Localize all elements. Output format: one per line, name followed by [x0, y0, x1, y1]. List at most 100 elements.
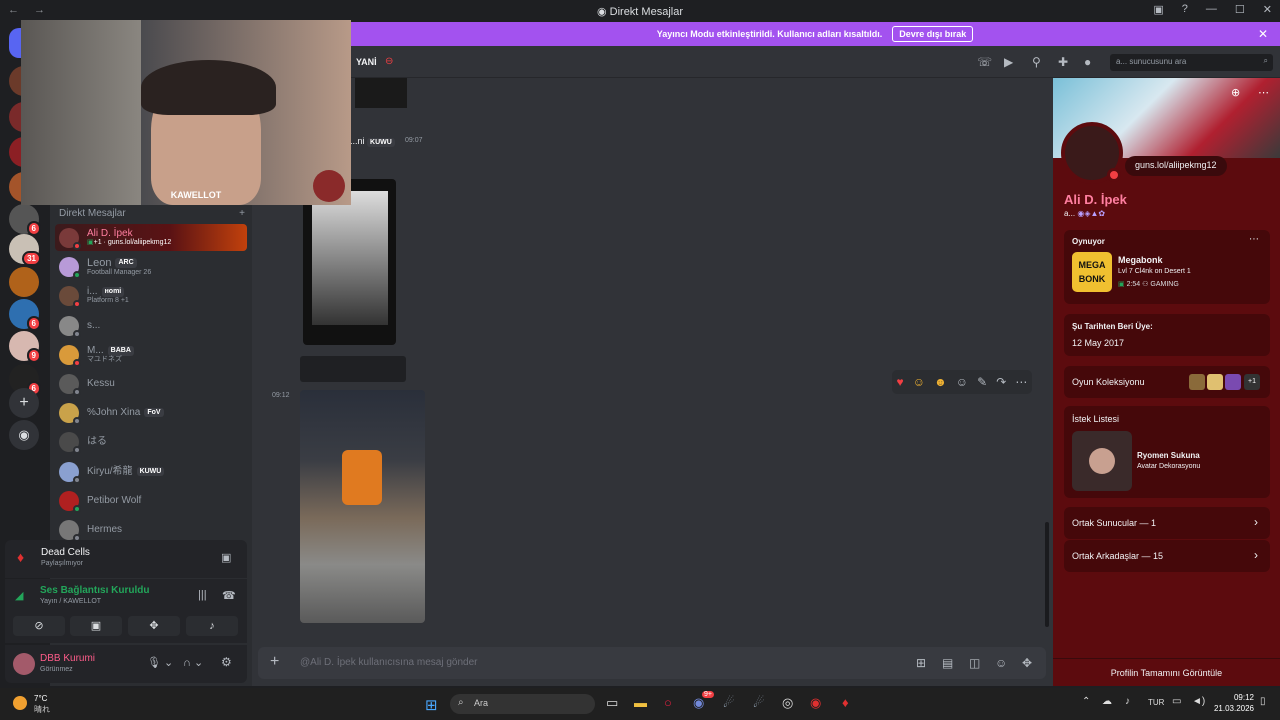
- add-friends-icon[interactable]: ✚: [1058, 55, 1068, 69]
- activities-button[interactable]: ✥: [128, 616, 180, 636]
- server-icon[interactable]: [9, 267, 39, 297]
- windows-start-icon[interactable]: ⊞: [425, 696, 438, 714]
- more-icon[interactable]: ⋯: [1015, 375, 1027, 389]
- steam-icon[interactable]: ☄: [723, 695, 735, 711]
- add-reaction-icon[interactable]: ☺: [956, 375, 968, 389]
- search-input[interactable]: a... sunucusunu ara ⌕: [1110, 54, 1273, 71]
- soundboard-button[interactable]: ♪: [186, 616, 238, 636]
- camera-off-button[interactable]: ⊘: [13, 616, 65, 636]
- steam-icon[interactable]: ☄: [753, 695, 765, 711]
- weather-sun-icon[interactable]: [13, 696, 27, 710]
- disable-streamer-mode-button[interactable]: Devre dışı bırak: [892, 26, 974, 42]
- avatar: [59, 490, 81, 513]
- message-composer[interactable]: + @Ali D. İpek kullanıcısına mesaj gönde…: [258, 647, 1046, 679]
- user-profile-icon[interactable]: ●: [1084, 55, 1091, 69]
- minimize-button[interactable]: —: [1206, 3, 1217, 16]
- pin-icon[interactable]: ⚲: [1032, 55, 1041, 69]
- profile-avatar[interactable]: [1061, 122, 1123, 184]
- gift-icon[interactable]: ⊞: [916, 656, 926, 670]
- dm-item-s[interactable]: s...: [55, 312, 247, 339]
- game-collection-card[interactable]: Oyun Koleksiyonu +1: [1064, 366, 1270, 398]
- help-icon[interactable]: ?: [1182, 3, 1188, 16]
- settings-gear-icon[interactable]: ⚙: [221, 655, 232, 669]
- add-dm-icon[interactable]: +: [239, 208, 245, 219]
- laugh-react-icon[interactable]: ☻: [934, 375, 947, 389]
- dm-item-i[interactable]: i... нomi Platform 8 +1: [55, 282, 247, 309]
- view-full-profile-link[interactable]: Profilin Tamamını Görüntüle: [1053, 658, 1280, 686]
- dm-item-m[interactable]: M... BABA マユドネズ: [55, 341, 247, 368]
- scrollbar[interactable]: [1045, 522, 1049, 627]
- close-icon[interactable]: ✕: [1258, 27, 1268, 41]
- guild-tag: KUWU: [136, 466, 165, 477]
- add-friend-icon[interactable]: ⊕: [1231, 86, 1240, 99]
- tray-mic-icon[interactable]: ♪: [1125, 696, 1130, 707]
- apps-icon[interactable]: ✥: [1022, 656, 1032, 670]
- task-view-icon[interactable]: ▭: [606, 695, 618, 711]
- dm-item-hermes[interactable]: Hermes: [55, 516, 247, 543]
- tray-chevron-icon[interactable]: ⌃: [1082, 696, 1090, 707]
- noise-suppression-icon[interactable]: |||: [198, 589, 207, 601]
- dm-item-kiryu[interactable]: Kiryu/希龍 KUWU: [55, 458, 247, 485]
- dm-name-row: i... нomi: [87, 286, 129, 297]
- forward-icon[interactable]: ↷: [996, 375, 1006, 389]
- microphone-icon[interactable]: 🎙︎ ⌄: [147, 656, 173, 669]
- opera-icon[interactable]: ○: [664, 695, 672, 710]
- game-activity-panel: ♦ Dead Cells Paylaşılmıyor ▣: [5, 540, 247, 578]
- taskbar-search[interactable]: ⌕ Ara: [450, 694, 595, 714]
- server-icon[interactable]: 6: [9, 204, 41, 236]
- headphones-icon[interactable]: ∩ ⌄: [183, 656, 203, 669]
- dm-item-haru[interactable]: はる: [55, 428, 247, 455]
- message-photo[interactable]: [300, 390, 425, 623]
- message-image-fragment[interactable]: [355, 78, 407, 108]
- avatar[interactable]: [13, 653, 35, 675]
- discover-icon[interactable]: ◉: [9, 420, 39, 450]
- call-icon[interactable]: ☏: [977, 55, 992, 69]
- server-icon[interactable]: 9: [9, 331, 41, 363]
- more-icon[interactable]: ⋯: [1258, 86, 1269, 99]
- message-image-strip[interactable]: [300, 356, 406, 382]
- app-icon[interactable]: ◎: [782, 695, 793, 711]
- dm-item-kessu[interactable]: Kessu: [55, 370, 247, 397]
- custom-status-bubble: guns.lol/aliipekmg12: [1125, 156, 1227, 176]
- windows-taskbar: 7°C 晴れ ⊞ ⌕ Ara ▭ ▬ ○ ◉ 9+ ☄ ☄ ◎ ◉ ♦ ⌃ ☁ …: [0, 688, 1280, 720]
- edit-icon[interactable]: ✎: [977, 375, 987, 389]
- heart-react-icon[interactable]: ♥: [897, 375, 904, 389]
- disconnect-icon[interactable]: ☎: [222, 589, 236, 602]
- people-icon: ⚇: [1142, 281, 1149, 288]
- more-icon[interactable]: ⋯: [1249, 234, 1259, 245]
- search-icon: ⌕: [1263, 56, 1268, 65]
- volume-icon[interactable]: ◄): [1192, 696, 1205, 707]
- screen-share-icon[interactable]: ▣: [221, 551, 231, 564]
- share-screen-button[interactable]: ▣: [70, 616, 122, 636]
- close-button[interactable]: ✕: [1263, 3, 1272, 16]
- dm-item-leon[interactable]: Leon ARC Football Manager 26: [55, 253, 247, 280]
- dm-activity-text: guns.lol/aliipekmg12: [107, 239, 172, 247]
- sticker-icon[interactable]: ◫: [969, 656, 980, 670]
- clock-time[interactable]: 09:12: [1210, 693, 1254, 702]
- emoji-react-icon[interactable]: ☺: [913, 375, 925, 389]
- collection-more-count: +1: [1244, 374, 1260, 390]
- keyboard-language[interactable]: TUR: [1148, 698, 1164, 707]
- app-icon[interactable]: ◉: [810, 695, 821, 711]
- add-server-icon[interactable]: +: [9, 388, 39, 418]
- inbox-icon[interactable]: ▣: [1153, 3, 1163, 16]
- gif-icon[interactable]: ▤: [942, 656, 953, 670]
- dm-item-petibor[interactable]: Petibor Wolf: [55, 487, 247, 514]
- clock-date[interactable]: 21.03.2026: [1210, 704, 1254, 713]
- mutual-servers-row[interactable]: Ortak Sunucular — 1 ›: [1064, 507, 1270, 539]
- maximize-button[interactable]: ☐: [1235, 3, 1245, 16]
- attach-plus-icon[interactable]: +: [270, 653, 279, 671]
- server-icon[interactable]: 6: [9, 299, 41, 331]
- tray-app-icon[interactable]: ☁: [1102, 696, 1112, 707]
- network-icon[interactable]: ▭: [1172, 696, 1181, 707]
- mutual-friends-row[interactable]: Ortak Arkadaşlar — 15 ›: [1064, 540, 1270, 572]
- server-icon[interactable]: 31: [9, 234, 41, 266]
- wishlist-item-image[interactable]: [1072, 431, 1132, 491]
- dm-item-john[interactable]: %John Xina FoV: [55, 399, 247, 426]
- emoji-icon[interactable]: ☺: [995, 656, 1007, 670]
- file-explorer-icon[interactable]: ▬: [634, 695, 647, 710]
- dead-cells-icon[interactable]: ♦: [842, 695, 849, 710]
- notification-bell-icon[interactable]: ▯: [1260, 696, 1266, 707]
- video-icon[interactable]: ▶: [1004, 55, 1013, 69]
- dm-item-ali[interactable]: Ali D. İpek ▣+1 · guns.lol/aliipekmg12: [55, 224, 247, 251]
